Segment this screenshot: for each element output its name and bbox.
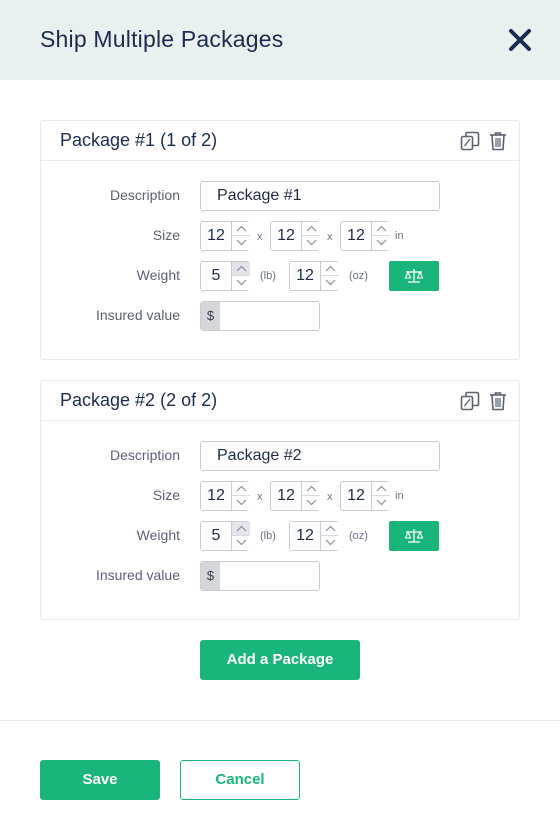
close-icon[interactable]: [506, 26, 534, 54]
size-length-stepper[interactable]: 12: [200, 221, 250, 251]
stepper-value: 5: [211, 267, 221, 284]
weight-oz-stepper[interactable]: 12: [289, 521, 339, 551]
cancel-button[interactable]: Cancel: [180, 760, 300, 800]
weight-oz-unit: (oz): [349, 270, 368, 282]
chevron-up-icon[interactable]: [231, 262, 250, 276]
footer-divider: [0, 720, 560, 721]
description-label: Description: [109, 187, 180, 203]
copy-icon[interactable]: [460, 131, 480, 151]
dialog-header: Ship Multiple Packages: [0, 0, 560, 80]
size-length-stepper[interactable]: 12: [200, 481, 250, 511]
dialog-title: Ship Multiple Packages: [40, 26, 284, 52]
size-separator: x: [257, 491, 263, 503]
chevron-up-icon[interactable]: [371, 222, 390, 236]
size-width-stepper[interactable]: 12: [270, 221, 320, 251]
scale-button[interactable]: [389, 261, 439, 291]
chevron-down-icon[interactable]: [320, 276, 339, 290]
size-label: Size: [152, 487, 180, 503]
stepper-value: 12: [277, 487, 295, 504]
chevron-down-icon[interactable]: [371, 236, 390, 250]
weight-label: Weight: [136, 267, 180, 283]
size-height-stepper[interactable]: 12: [340, 221, 390, 251]
stepper-value: 12: [347, 227, 365, 244]
stepper-value: 5: [211, 527, 221, 544]
package-card-header: Package #1 (1 of 2): [41, 121, 519, 161]
size-separator: x: [327, 231, 333, 243]
chevron-up-icon[interactable]: [301, 482, 320, 496]
add-package-button[interactable]: Add a Package: [200, 640, 360, 680]
package-card-header: Package #2 (2 of 2): [41, 381, 519, 421]
package-title: Package #1 (1 of 2): [60, 130, 218, 150]
size-unit: in: [395, 230, 404, 242]
chevron-up-icon[interactable]: [231, 482, 250, 496]
stepper-value: 12: [296, 527, 314, 544]
insured-value-label: Insured value: [95, 567, 180, 583]
trash-icon[interactable]: [489, 131, 507, 151]
insured-value-input[interactable]: $: [200, 301, 320, 331]
insured-value-field[interactable]: [220, 302, 319, 330]
chevron-up-icon[interactable]: [231, 522, 250, 536]
size-width-stepper[interactable]: 12: [270, 481, 320, 511]
size-separator: x: [257, 231, 263, 243]
weight-oz-stepper[interactable]: 12: [289, 261, 339, 291]
stepper-value: 12: [207, 227, 225, 244]
chevron-up-icon[interactable]: [320, 262, 339, 276]
currency-prefix: $: [201, 302, 220, 330]
weight-oz-unit: (oz): [349, 530, 368, 542]
chevron-up-icon[interactable]: [301, 222, 320, 236]
chevron-down-icon[interactable]: [231, 496, 250, 510]
chevron-down-icon[interactable]: [231, 276, 250, 290]
chevron-down-icon[interactable]: [301, 236, 320, 250]
insured-value-field[interactable]: [220, 562, 319, 590]
weight-lb-stepper[interactable]: 5: [200, 521, 250, 551]
scale-button[interactable]: [389, 521, 439, 551]
size-separator: x: [327, 491, 333, 503]
chevron-down-icon[interactable]: [371, 496, 390, 510]
description-input[interactable]: Package #2: [200, 441, 440, 471]
stepper-value: 12: [207, 487, 225, 504]
scale-icon: [404, 529, 424, 543]
weight-lb-unit: (lb): [260, 270, 276, 282]
save-button[interactable]: Save: [40, 760, 160, 800]
package-title: Package #2 (2 of 2): [60, 390, 218, 410]
weight-lb-stepper[interactable]: 5: [200, 261, 250, 291]
insured-value-label: Insured value: [95, 307, 180, 323]
copy-icon[interactable]: [460, 391, 480, 411]
chevron-up-icon[interactable]: [371, 482, 390, 496]
chevron-down-icon[interactable]: [231, 236, 250, 250]
chevron-down-icon[interactable]: [231, 536, 250, 550]
scale-icon: [404, 269, 424, 283]
weight-label: Weight: [136, 527, 180, 543]
stepper-value: 12: [296, 267, 314, 284]
stepper-value: 12: [277, 227, 295, 244]
chevron-down-icon[interactable]: [320, 536, 339, 550]
insured-value-input[interactable]: $: [200, 561, 320, 591]
description-label: Description: [109, 447, 180, 463]
stepper-value: 12: [347, 487, 365, 504]
chevron-up-icon[interactable]: [231, 222, 250, 236]
size-height-stepper[interactable]: 12: [340, 481, 390, 511]
description-input[interactable]: Package #1: [200, 181, 440, 211]
currency-prefix: $: [201, 562, 220, 590]
chevron-up-icon[interactable]: [320, 522, 339, 536]
size-label: Size: [152, 227, 180, 243]
size-unit: in: [395, 490, 404, 502]
weight-lb-unit: (lb): [260, 530, 276, 542]
chevron-down-icon[interactable]: [301, 496, 320, 510]
trash-icon[interactable]: [489, 391, 507, 411]
